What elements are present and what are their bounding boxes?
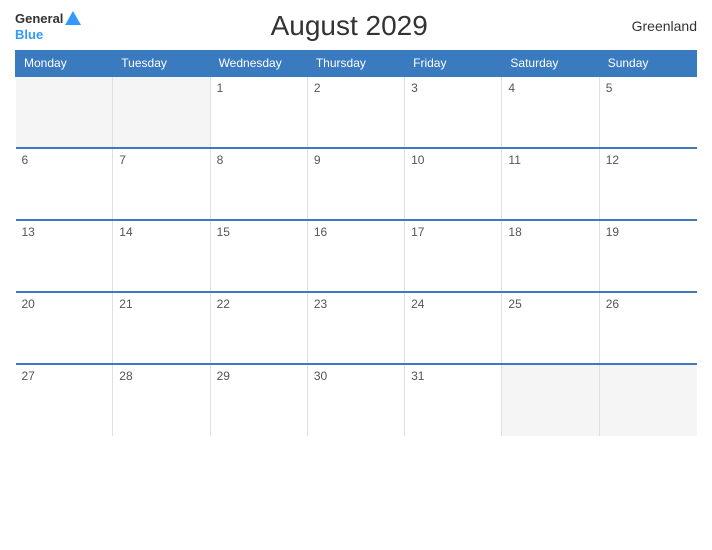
- calendar-cell: 9: [307, 148, 404, 220]
- day-number: 12: [606, 153, 619, 167]
- calendar-cell: 31: [405, 364, 502, 436]
- col-thursday: Thursday: [307, 51, 404, 77]
- day-number: 20: [22, 297, 35, 311]
- calendar-cell: 23: [307, 292, 404, 364]
- day-number: 31: [411, 369, 424, 383]
- day-number: 23: [314, 297, 327, 311]
- calendar-cell: 5: [599, 76, 696, 148]
- day-number: 27: [22, 369, 35, 383]
- calendar-cell: 6: [16, 148, 113, 220]
- calendar-cell: 15: [210, 220, 307, 292]
- calendar-cell: 4: [502, 76, 599, 148]
- col-tuesday: Tuesday: [113, 51, 210, 77]
- region-label: Greenland: [617, 18, 697, 34]
- day-number: 7: [119, 153, 126, 167]
- calendar-cell: 17: [405, 220, 502, 292]
- calendar-cell: 3: [405, 76, 502, 148]
- col-saturday: Saturday: [502, 51, 599, 77]
- calendar-cell: 11: [502, 148, 599, 220]
- calendar-table: Monday Tuesday Wednesday Thursday Friday…: [15, 50, 697, 436]
- calendar-cell: 27: [16, 364, 113, 436]
- calendar-title: August 2029: [81, 10, 617, 42]
- day-number: 3: [411, 81, 418, 95]
- day-number: 25: [508, 297, 521, 311]
- calendar-week-row: 1 2 3 4 5: [16, 76, 697, 148]
- calendar-cell: 2: [307, 76, 404, 148]
- calendar-cell: 16: [307, 220, 404, 292]
- calendar-week-row: 20 21 22 23 24 25 26: [16, 292, 697, 364]
- day-number: 28: [119, 369, 132, 383]
- day-number: 9: [314, 153, 321, 167]
- calendar-cell: 22: [210, 292, 307, 364]
- calendar-cell: 14: [113, 220, 210, 292]
- calendar-cell: 20: [16, 292, 113, 364]
- day-number: 6: [22, 153, 29, 167]
- logo-blue-text: Blue: [15, 27, 43, 42]
- day-number: 4: [508, 81, 515, 95]
- calendar-cell: 19: [599, 220, 696, 292]
- day-number: 1: [217, 81, 224, 95]
- calendar-week-row: 27 28 29 30 31: [16, 364, 697, 436]
- logo-general-text: General: [15, 11, 63, 26]
- day-number: 30: [314, 369, 327, 383]
- day-number: 14: [119, 225, 132, 239]
- day-number: 26: [606, 297, 619, 311]
- calendar-cell: 30: [307, 364, 404, 436]
- header: General Blue August 2029 Greenland: [15, 10, 697, 42]
- calendar-week-row: 13 14 15 16 17 18 19: [16, 220, 697, 292]
- day-number: 22: [217, 297, 230, 311]
- calendar-cell: 12: [599, 148, 696, 220]
- day-number: 15: [217, 225, 230, 239]
- calendar-cell: 8: [210, 148, 307, 220]
- day-number: 29: [217, 369, 230, 383]
- calendar-cell: 25: [502, 292, 599, 364]
- calendar-cell: 7: [113, 148, 210, 220]
- col-friday: Friday: [405, 51, 502, 77]
- calendar-cell: 10: [405, 148, 502, 220]
- page: General Blue August 2029 Greenland Monda…: [0, 0, 712, 550]
- logo-triangle-icon: [65, 11, 81, 25]
- calendar-cell: [502, 364, 599, 436]
- calendar-cell: [113, 76, 210, 148]
- day-number: 17: [411, 225, 424, 239]
- day-number: 5: [606, 81, 613, 95]
- calendar-cell: [599, 364, 696, 436]
- calendar-week-row: 6 7 8 9 10 11 12: [16, 148, 697, 220]
- calendar-cell: 18: [502, 220, 599, 292]
- calendar-cell: [16, 76, 113, 148]
- day-number: 11: [508, 153, 520, 167]
- calendar-cell: 26: [599, 292, 696, 364]
- calendar-cell: 1: [210, 76, 307, 148]
- calendar-cell: 13: [16, 220, 113, 292]
- col-sunday: Sunday: [599, 51, 696, 77]
- day-number: 8: [217, 153, 224, 167]
- day-number: 13: [22, 225, 35, 239]
- day-number: 16: [314, 225, 327, 239]
- calendar-cell: 28: [113, 364, 210, 436]
- calendar-header-row: Monday Tuesday Wednesday Thursday Friday…: [16, 51, 697, 77]
- col-monday: Monday: [16, 51, 113, 77]
- calendar-cell: 29: [210, 364, 307, 436]
- day-number: 24: [411, 297, 424, 311]
- col-wednesday: Wednesday: [210, 51, 307, 77]
- day-number: 2: [314, 81, 321, 95]
- day-number: 18: [508, 225, 521, 239]
- day-number: 21: [119, 297, 132, 311]
- calendar-cell: 21: [113, 292, 210, 364]
- day-number: 10: [411, 153, 424, 167]
- calendar-cell: 24: [405, 292, 502, 364]
- day-number: 19: [606, 225, 619, 239]
- logo: General Blue: [15, 11, 81, 42]
